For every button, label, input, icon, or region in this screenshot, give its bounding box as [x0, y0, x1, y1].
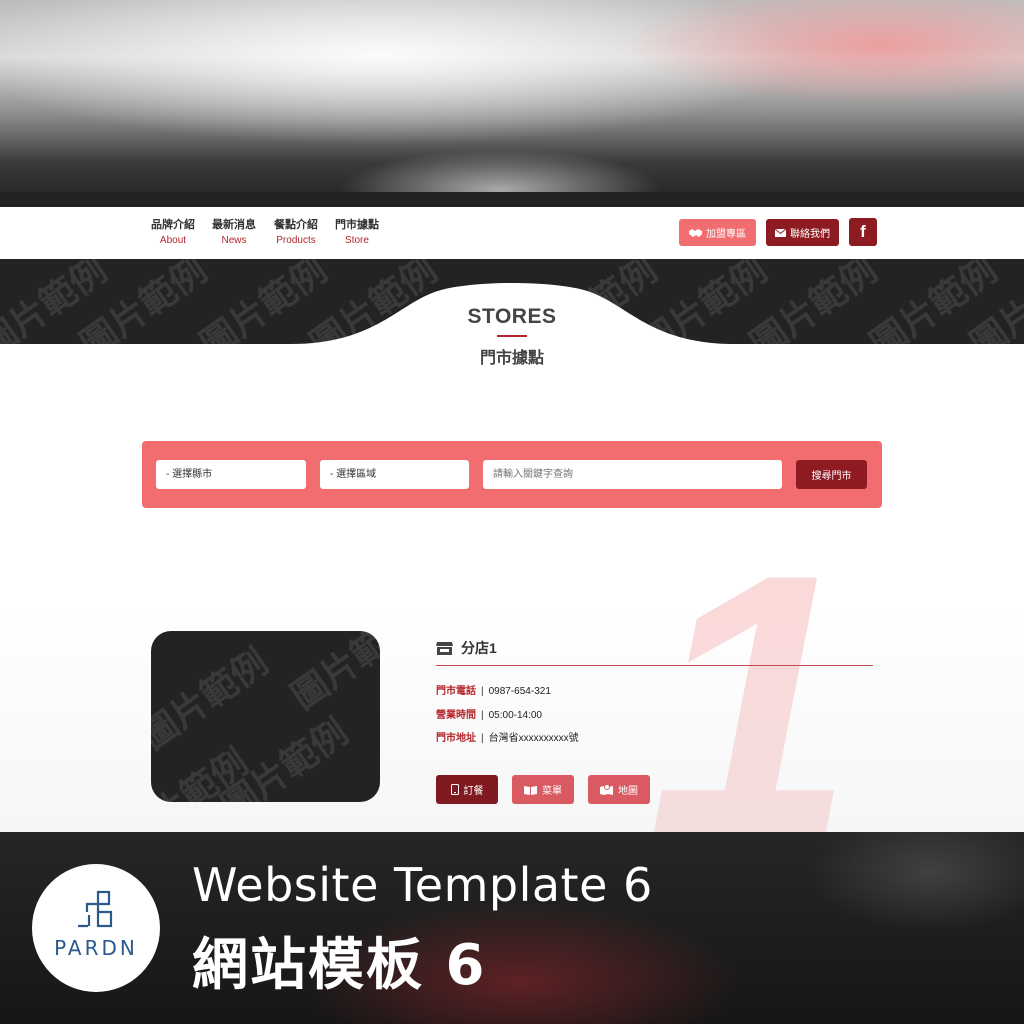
- page-subtitle: 門市據點: [479, 350, 544, 367]
- nav-item-label-zh: 品牌介紹: [151, 219, 195, 231]
- store-phone-row: 門市電話 | 0987-654-321: [436, 682, 551, 697]
- banner-title-zh: 網站模板 6: [192, 933, 487, 998]
- hero-curve: [290, 283, 735, 344]
- watermark-text: 圖片範例: [151, 641, 276, 758]
- separator: |: [481, 733, 484, 744]
- nav-item-store[interactable]: 門市據點 Store: [327, 218, 387, 250]
- page-title: STORES: [467, 305, 557, 328]
- nav-item-label-en: About: [159, 235, 187, 246]
- watermark-text: 圖片範例: [284, 631, 380, 718]
- store-image: 圖片範例 圖片範例 圖片範例 圖片範例: [151, 631, 380, 802]
- nav-item-label-zh: 最新消息: [212, 219, 256, 231]
- envelope-icon: [775, 228, 786, 237]
- store-name: 分店1: [461, 640, 497, 656]
- map-icon: [600, 784, 613, 795]
- map-label: 地圖: [618, 786, 638, 797]
- county-select[interactable]: - 選擇縣市: [156, 460, 306, 489]
- address-value: 台灣省xxxxxxxxxx號: [488, 733, 579, 744]
- blurred-background-top: [0, 0, 1024, 192]
- nav-item-label-zh: 餐點介紹: [274, 219, 318, 231]
- facebook-icon: f: [860, 222, 866, 241]
- phone-icon: [450, 784, 459, 795]
- nav-item-label-en: Store: [345, 235, 369, 246]
- title-underline: [497, 335, 527, 337]
- nav-item-label-en: News: [221, 235, 247, 246]
- store-hours-row: 營業時間 | 05:00-14:00: [436, 706, 542, 721]
- nav-item-products[interactable]: 餐點介紹 Products: [266, 218, 326, 250]
- franchise-label: 加盟專區: [706, 229, 746, 240]
- pardn-logo-mark: [78, 890, 113, 928]
- separator: |: [481, 686, 484, 697]
- watermark-strip: [0, 192, 1024, 207]
- district-select[interactable]: - 選擇區域: [320, 460, 469, 489]
- store-divider: [436, 665, 873, 666]
- store-heading: 分店1: [436, 638, 497, 658]
- nav-item-news[interactable]: 最新消息 News: [204, 218, 264, 250]
- nav-item-about[interactable]: 品牌介紹 About: [143, 218, 203, 250]
- phone-value: 0987-654-321: [488, 686, 551, 697]
- nav-item-label-zh: 門市據點: [335, 219, 379, 231]
- facebook-button[interactable]: f: [849, 218, 877, 246]
- hours-label: 營業時間: [436, 710, 476, 721]
- phone-label: 門市電話: [436, 686, 476, 697]
- map-button[interactable]: 地圖: [588, 775, 650, 804]
- order-label: 訂餐: [463, 786, 484, 797]
- nav-item-label-en: Products: [276, 235, 316, 246]
- menu-button[interactable]: 菜單: [512, 775, 574, 804]
- contact-button[interactable]: 聯絡我們: [766, 219, 839, 246]
- banner-title-en: Website Template 6: [192, 858, 653, 912]
- address-label: 門市地址: [436, 733, 476, 744]
- order-button[interactable]: 訂餐: [436, 775, 498, 804]
- pardn-logo-text: PARDN: [54, 936, 138, 960]
- navbar: 品牌介紹 About 最新消息 News 餐點介紹 Products 門市據點 …: [0, 207, 1024, 259]
- separator: |: [481, 710, 484, 721]
- store-icon: [436, 641, 453, 655]
- hero-banner: 圖片範例 圖片範例 圖片範例 圖片範例 圖片範例 圖片範例 圖片範例 圖片範例 …: [0, 259, 1024, 344]
- contact-label: 聯絡我們: [790, 229, 830, 240]
- pardn-logo: [32, 864, 160, 992]
- handshake-icon: [689, 228, 702, 237]
- store-address-row: 門市地址 | 台灣省xxxxxxxxxx號: [436, 729, 579, 744]
- hours-value: 05:00-14:00: [488, 710, 542, 721]
- keyword-input[interactable]: [483, 460, 782, 489]
- search-store-button[interactable]: 搜尋門市: [796, 460, 867, 489]
- book-icon: [524, 785, 537, 795]
- menu-label: 菜單: [542, 786, 562, 797]
- franchise-button[interactable]: 加盟專區: [679, 219, 756, 246]
